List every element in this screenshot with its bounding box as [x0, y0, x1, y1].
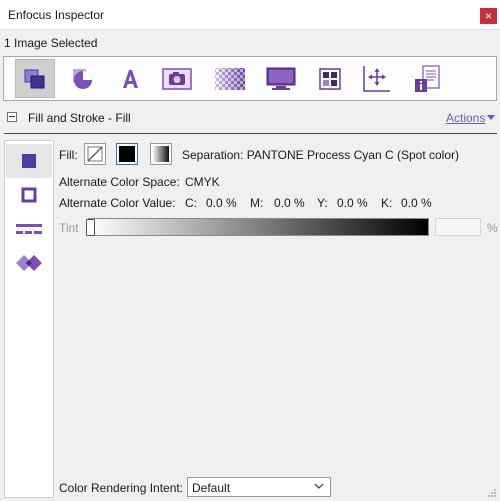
tool-document[interactable]: [407, 59, 447, 98]
rendering-intent-value: Default: [192, 481, 231, 495]
section-divider: [4, 133, 497, 134]
dash-lines-icon: [16, 224, 42, 234]
y-value: 0.0 %: [337, 196, 368, 210]
m-label: M:: [250, 196, 264, 210]
chevron-down-icon: [314, 483, 324, 489]
document-info-icon: [415, 64, 440, 92]
actions-menu-link[interactable]: Actions: [446, 111, 485, 125]
fill-stroke-icon: [24, 69, 45, 88]
tool-layout[interactable]: [310, 59, 350, 98]
c-label: C:: [185, 196, 197, 210]
m-value: 0.0 %: [274, 196, 305, 210]
title-bar: Enfocus Inspector ×: [0, 0, 500, 30]
rendering-intent-select[interactable]: Default: [187, 477, 331, 497]
solid-fill-icon: [119, 146, 135, 162]
rendering-intent-label: Color Rendering Intent:: [59, 481, 184, 495]
tool-object[interactable]: [62, 59, 102, 98]
separation-text: Separation: PANTONE Process Cyan C (Spot…: [182, 148, 459, 162]
overprint-diamonds-icon: [16, 255, 42, 271]
layout-grid-icon: [319, 67, 341, 90]
side-tab-fill[interactable]: [6, 144, 52, 178]
fill-square-icon: [22, 154, 36, 168]
tool-fill-stroke[interactable]: [15, 59, 55, 98]
y-label: Y:: [317, 196, 328, 210]
chevron-down-icon[interactable]: [487, 115, 495, 120]
inspector-toolbar: [3, 56, 497, 101]
k-label: K:: [381, 196, 393, 210]
monitor-icon: [266, 67, 296, 90]
alt-value-label: Alternate Color Value:: [59, 196, 176, 210]
close-button[interactable]: ×: [480, 8, 497, 24]
tint-label: Tint: [59, 221, 79, 235]
gradient-fill-icon: [153, 146, 169, 162]
tool-transparency[interactable]: [210, 59, 250, 98]
alt-space-label: Alternate Color Space:: [59, 175, 180, 189]
side-tab-bar: [4, 140, 54, 498]
resize-grip-icon[interactable]: [487, 488, 497, 498]
tint-slider-track[interactable]: [88, 218, 429, 236]
swatch-solid[interactable]: [116, 143, 138, 165]
collapse-toggle[interactable]: [7, 112, 17, 122]
window-title: Enfocus Inspector: [8, 8, 105, 22]
position-move-icon: [363, 65, 390, 92]
camera-icon: [162, 67, 192, 90]
pie-object-icon: [73, 68, 92, 89]
close-icon: ×: [484, 9, 492, 23]
alt-space-value: CMYK: [185, 175, 220, 189]
stroke-square-icon: [21, 187, 37, 203]
tool-position[interactable]: [356, 59, 396, 98]
tool-output[interactable]: [261, 59, 301, 98]
tool-text[interactable]: [110, 59, 150, 98]
section-header: Fill and Stroke - Fill Actions: [0, 106, 500, 130]
tint-unit: %: [487, 221, 498, 235]
tool-image[interactable]: [157, 59, 197, 98]
section-title: Fill and Stroke - Fill: [28, 111, 131, 125]
text-a-icon: [123, 69, 138, 88]
side-tab-stroke[interactable]: [6, 178, 52, 212]
swatch-gradient[interactable]: [150, 143, 172, 165]
swatch-none[interactable]: [84, 143, 106, 165]
no-fill-icon: [87, 146, 103, 162]
side-tab-overprint[interactable]: [6, 246, 52, 280]
selection-info: 1 Image Selected: [4, 36, 98, 50]
c-value: 0.0 %: [206, 196, 237, 210]
tint-slider-handle[interactable]: [86, 219, 95, 236]
k-value: 0.0 %: [401, 196, 432, 210]
side-tab-dash[interactable]: [6, 212, 52, 246]
transparency-checker-icon: [215, 67, 245, 90]
fill-label: Fill:: [59, 148, 78, 162]
tint-input[interactable]: [435, 218, 481, 236]
